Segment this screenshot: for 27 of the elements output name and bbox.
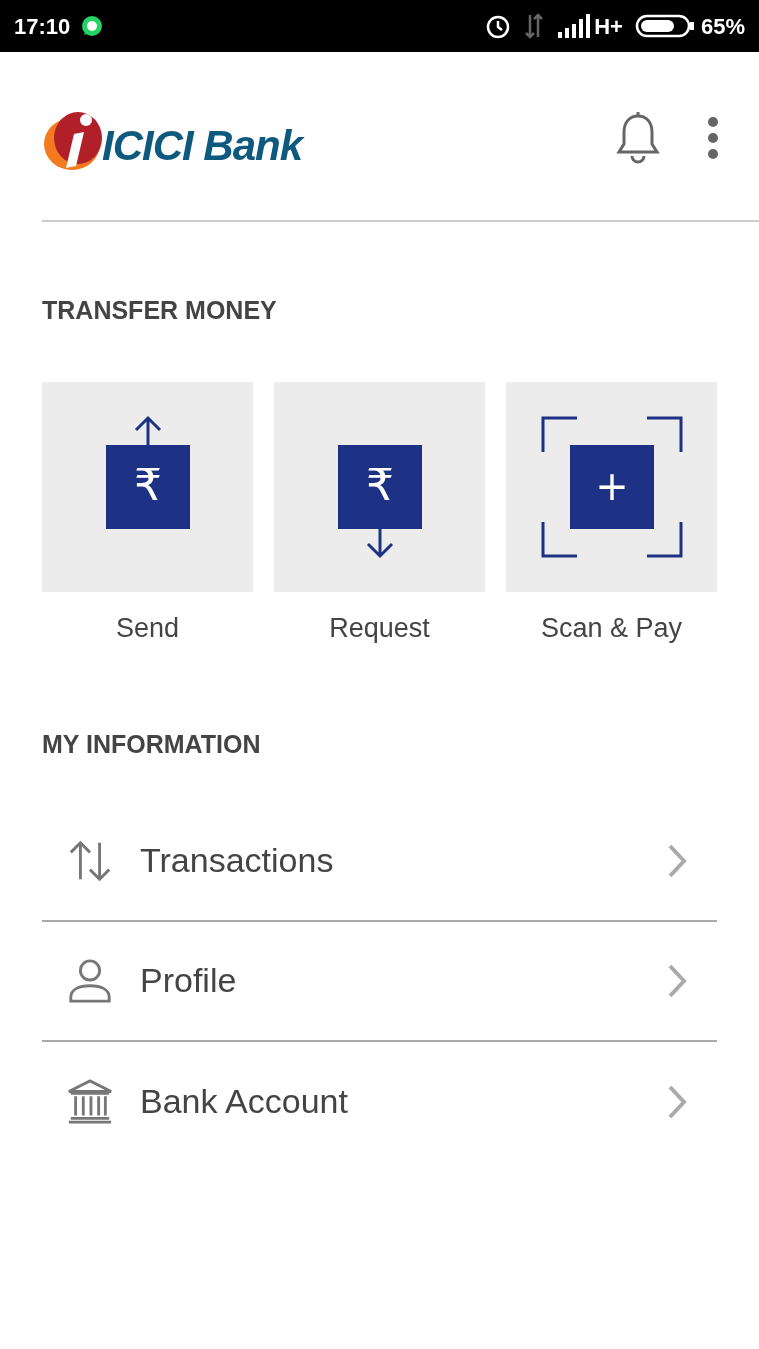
action-tile[interactable]: ₹ — [274, 381, 485, 592]
more-options-button[interactable] — [707, 116, 719, 160]
battery-icon — [634, 14, 695, 38]
bank-building-icon — [66, 1077, 114, 1126]
more-icon — [707, 116, 719, 160]
action-label: Send — [115, 611, 180, 645]
chevron-right-icon — [667, 1083, 687, 1120]
action-tile[interactable]: + — [506, 381, 717, 592]
action-label: Scan & Pay — [540, 611, 683, 645]
notifications-button[interactable] — [613, 110, 663, 166]
chevron-right-icon — [667, 962, 687, 999]
chevron-right-icon — [667, 842, 687, 879]
network-type: H+ — [594, 12, 623, 41]
brand-name: ICICI Bank — [102, 121, 303, 171]
chat-icon — [80, 14, 105, 38]
menu-item[interactable]: Profile — [42, 921, 717, 1042]
person-icon — [66, 956, 114, 1005]
action-tile[interactable]: ₹ — [42, 381, 253, 592]
menu-item[interactable]: Transactions — [42, 801, 717, 922]
battery-percent: 65% — [700, 12, 745, 41]
clock-time: 17:10 — [14, 12, 71, 41]
signal-icon — [556, 14, 591, 38]
menu-item[interactable]: Bank Account — [42, 1041, 717, 1162]
bell-icon — [613, 110, 663, 166]
section-title: TRANSFER MONEY — [42, 295, 278, 326]
action-label: Request — [329, 611, 430, 645]
section-title: MY INFORMATION — [42, 729, 262, 760]
